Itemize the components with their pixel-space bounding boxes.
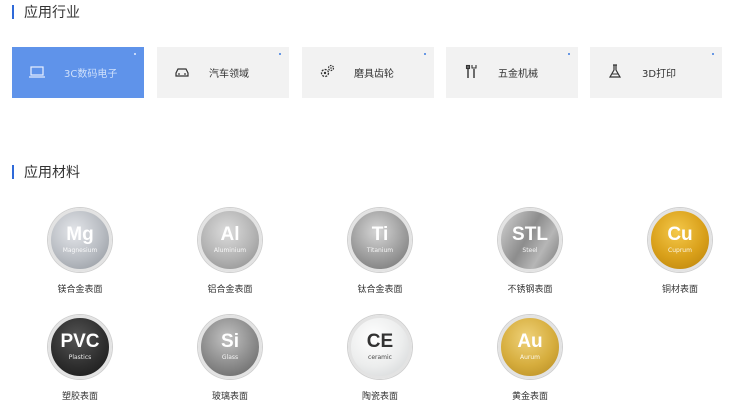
- car-icon: [175, 68, 189, 77]
- material-badge: CE ceramic: [348, 315, 412, 379]
- industry-card-gears[interactable]: 磨具齿轮: [302, 47, 434, 98]
- material-name: 陶瓷表面: [361, 392, 398, 402]
- industry-section-title: 应用行业: [12, 3, 80, 21]
- material-name: 不锈钢表面: [507, 285, 553, 295]
- material-subname: Glass: [221, 354, 239, 361]
- material-item-cu[interactable]: Cu Cuprum 铜材表面: [640, 208, 720, 295]
- material-symbol: STL: [512, 224, 548, 245]
- industry-label: 3D打印: [642, 69, 677, 80]
- material-subname: Steel: [522, 247, 538, 254]
- material-badge: Cu Cuprum: [648, 208, 712, 272]
- industry-tabs: 3C数码电子 汽车领域 磨具齿轮 五金机械 3D打印: [12, 47, 724, 98]
- material-badge: Si Glass: [198, 315, 262, 379]
- industry-card-3c[interactable]: 3C数码电子: [12, 47, 144, 98]
- material-item-au[interactable]: Au Aurum 黄金表面: [490, 315, 570, 402]
- industry-card-hardware[interactable]: 五金机械: [446, 47, 578, 98]
- industry-label: 汽车领域: [209, 69, 249, 80]
- material-symbol: Ti: [371, 224, 389, 245]
- material-name: 玻璃表面: [211, 392, 248, 402]
- material-subname: Aluminium: [213, 247, 247, 254]
- laptop-icon: [29, 66, 45, 78]
- material-name: 铜材表面: [661, 285, 698, 295]
- material-item-pvc[interactable]: PVC Plastics 塑胶表面: [40, 315, 120, 402]
- material-name: 镁合金表面: [57, 285, 103, 295]
- corner-dot: [568, 53, 570, 55]
- material-name: 铝合金表面: [207, 285, 253, 295]
- material-item-stl[interactable]: STL Steel 不锈钢表面: [490, 208, 570, 295]
- material-item-mg[interactable]: Mg Magnesium 镁合金表面: [40, 208, 120, 295]
- material-badge: Al Aluminium: [198, 208, 262, 272]
- material-subname: Titanium: [366, 247, 394, 254]
- material-section-title: 应用材料: [12, 163, 80, 181]
- title-accent-bar: [12, 165, 14, 179]
- material-subname: Cuprum: [668, 247, 692, 254]
- material-subname: Plastics: [68, 354, 92, 361]
- material-item-si[interactable]: Si Glass 玻璃表面: [190, 315, 270, 402]
- material-badge: STL Steel: [498, 208, 562, 272]
- material-name: 塑胶表面: [61, 392, 98, 402]
- material-badge: Au Aurum: [498, 315, 562, 379]
- material-name: 黄金表面: [511, 392, 548, 402]
- material-symbol: CE: [366, 331, 394, 352]
- material-badge: PVC Plastics: [48, 315, 112, 379]
- corner-dot: [424, 53, 426, 55]
- material-badge: Mg Magnesium: [48, 208, 112, 272]
- industry-card-auto[interactable]: 汽车领域: [157, 47, 289, 98]
- material-subname: Aurum: [519, 354, 541, 361]
- corner-dot: [712, 53, 714, 55]
- industry-title-text: 应用行业: [24, 5, 80, 21]
- material-symbol: Cu: [667, 224, 693, 245]
- material-badge: Ti Titanium: [348, 208, 412, 272]
- industry-card-3dprint[interactable]: 3D打印: [590, 47, 722, 98]
- material-subname: ceramic: [368, 354, 392, 361]
- material-title-text: 应用材料: [24, 165, 80, 181]
- industry-label: 五金机械: [498, 69, 538, 80]
- material-symbol: Mg: [66, 224, 94, 245]
- material-subname: Magnesium: [62, 247, 98, 254]
- material-item-ce[interactable]: CE ceramic 陶瓷表面: [340, 315, 420, 402]
- material-item-al[interactable]: Al Aluminium 铝合金表面: [190, 208, 270, 295]
- material-symbol: Al: [220, 224, 240, 245]
- tools-icon: [465, 64, 477, 78]
- material-symbol: Au: [517, 331, 543, 352]
- material-item-ti[interactable]: Ti Titanium 钛合金表面: [340, 208, 420, 295]
- flask-icon: [608, 64, 622, 78]
- title-accent-bar: [12, 5, 14, 19]
- material-symbol: PVC: [60, 331, 100, 352]
- corner-dot: [134, 53, 136, 55]
- industry-label: 3C数码电子: [64, 69, 118, 80]
- material-symbol: Si: [221, 331, 239, 352]
- corner-dot: [279, 53, 281, 55]
- industry-label: 磨具齿轮: [354, 69, 394, 80]
- gears-icon: [320, 64, 335, 78]
- material-name: 钛合金表面: [357, 285, 403, 295]
